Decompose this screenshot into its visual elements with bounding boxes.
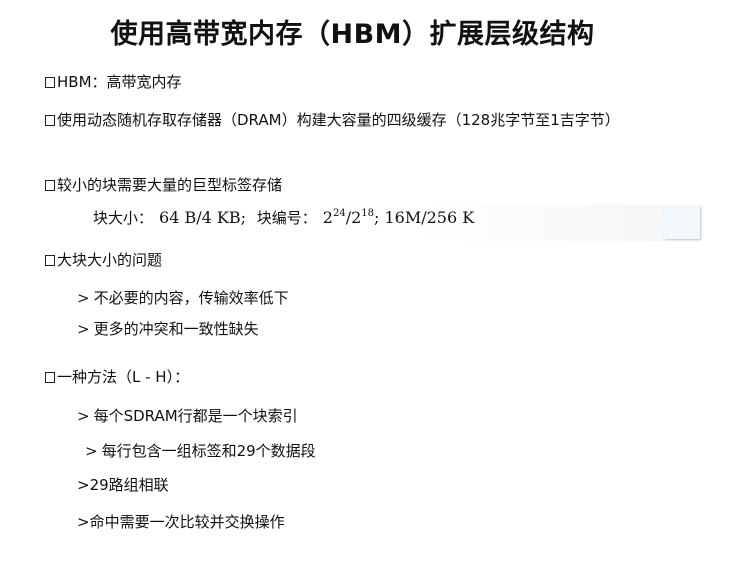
sub-item-tags: > 每行包含一组标签和29个数据段 bbox=[85, 441, 316, 461]
gt-marker: > bbox=[85, 442, 98, 460]
bullet-small-block-text: 较小的块需要大量的巨型标签存储 bbox=[57, 176, 283, 194]
gt-marker: > bbox=[77, 289, 90, 307]
checkbox-bullet-icon bbox=[45, 255, 55, 266]
sub-item-unnecessary: > 不必要的内容，传输效率低下 bbox=[77, 288, 289, 308]
block-size-label: 块大小： bbox=[93, 209, 154, 227]
gt-marker: > bbox=[77, 407, 90, 425]
block-num-exp2: 18 bbox=[361, 208, 375, 219]
block-num-base1: 2 bbox=[322, 208, 333, 227]
block-num-exp1: 24 bbox=[332, 208, 346, 219]
checkbox-bullet-icon bbox=[45, 372, 55, 383]
checkbox-bullet-icon bbox=[45, 180, 55, 191]
bullet-big-block-text: 大块大小的问题 bbox=[57, 251, 163, 269]
sub-item-assoc: >29路组相联 bbox=[77, 476, 169, 494]
sub-item-sdram-row-text: 每个SDRAM行都是一个块索引 bbox=[93, 407, 298, 425]
sub-item-conflicts: > 更多的冲突和一致性缺失 bbox=[77, 319, 259, 339]
block-num-label: 块编号： bbox=[256, 209, 317, 227]
bullet-big-block: 大块大小的问题 bbox=[45, 250, 162, 270]
block-num-value: 224/218; 16M/256 K bbox=[323, 208, 474, 227]
page-title: 使用高带宽内存（HBM）扩展层级结构 bbox=[110, 19, 595, 50]
bullet-dram: 使用动态随机存取存储器（DRAM）构建大容量的四级缓存（128兆字节至1吉字节） bbox=[45, 110, 620, 130]
sub-item-unnecessary-text: 不必要的内容，传输效率低下 bbox=[93, 289, 289, 307]
checkbox-bullet-icon bbox=[45, 115, 55, 126]
checkbox-bullet-icon bbox=[45, 77, 55, 88]
sub-item-tags-text: 每行包含一组标签和29个数据段 bbox=[101, 442, 316, 460]
block-size-value: 64 B/4 KB; bbox=[159, 208, 246, 227]
block-formula: 块大小： 64 B/4 KB; 块编号： 224/218; 16M/256 K bbox=[93, 207, 474, 229]
bullet-hbm: HBM：高带宽内存 bbox=[45, 72, 182, 92]
bullet-small-block: 较小的块需要大量的巨型标签存储 bbox=[45, 175, 282, 195]
bullet-hbm-text: HBM：高带宽内存 bbox=[57, 73, 182, 91]
side-panel-box bbox=[664, 206, 700, 239]
bullet-approach: 一种方法（L - H）： bbox=[45, 367, 189, 387]
sub-item-hit: >命中需要一次比较并交换操作 bbox=[77, 513, 285, 531]
gt-marker: > bbox=[77, 320, 90, 338]
block-num-tail: ; 16M/256 K bbox=[374, 208, 475, 227]
block-num-base2: 2 bbox=[351, 208, 362, 227]
sub-item-sdram-row: > 每个SDRAM行都是一个块索引 bbox=[77, 406, 298, 426]
sub-item-conflicts-text: 更多的冲突和一致性缺失 bbox=[93, 320, 259, 338]
bullet-approach-text: 一种方法（L - H）： bbox=[57, 368, 190, 386]
bullet-dram-text: 使用动态随机存取存储器（DRAM）构建大容量的四级缓存（128兆字节至1吉字节） bbox=[57, 111, 620, 129]
